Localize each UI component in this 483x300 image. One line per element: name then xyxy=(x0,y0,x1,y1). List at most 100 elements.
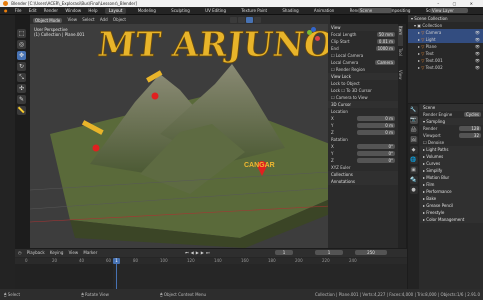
film-section[interactable]: ▸ Film xyxy=(420,181,483,188)
n-panel-view-section[interactable]: View xyxy=(328,24,398,31)
end-frame-field[interactable]: 250 xyxy=(355,250,387,255)
scene-selector[interactable]: Scene xyxy=(358,8,392,13)
cursor-rot-z[interactable]: Z 0° xyxy=(328,157,398,164)
samples-viewport-row[interactable]: Viewport 32 xyxy=(420,132,483,139)
wireframe-shading-icon[interactable] xyxy=(230,17,237,23)
tab-texture-paint[interactable]: Texture Paint xyxy=(237,8,271,14)
simplify-section[interactable]: ▸ Simplify xyxy=(420,167,483,174)
outliner-item-plane[interactable]: ▸ ▽ Plane 👁 xyxy=(408,43,483,50)
camera-to-view-row[interactable]: ☐ Camera to View xyxy=(328,94,398,101)
mode-selector[interactable]: Object Mode xyxy=(33,17,63,23)
n-panel-annotations-section[interactable]: Annotations xyxy=(328,178,398,185)
navigation-gizmo[interactable] xyxy=(301,27,323,49)
tab-shading[interactable]: Shading xyxy=(278,8,302,14)
local-camera-checkbox[interactable]: ☐ Local Camera xyxy=(328,52,398,59)
color-management-section[interactable]: ▸ Color Management xyxy=(420,216,483,223)
timeline-menu-playback[interactable]: Playback xyxy=(27,250,45,255)
tab-modeling[interactable]: Modeling xyxy=(134,8,160,14)
sampling-section[interactable]: ▾ Sampling xyxy=(420,118,483,125)
motion-blur-section[interactable]: ▸ Motion Blur xyxy=(420,174,483,181)
denoise-row[interactable]: ☐ Denoise xyxy=(420,139,483,146)
tab-sculpting[interactable]: Sculpting xyxy=(167,8,194,14)
modifier-properties-icon[interactable]: 🔩 xyxy=(409,176,418,184)
timeline-menu-keying[interactable]: Keying xyxy=(50,250,63,255)
gizmo-x-axis-icon[interactable] xyxy=(315,36,320,41)
viewport-menu-add[interactable]: Add xyxy=(100,17,108,22)
scene-properties-icon[interactable]: ◆ xyxy=(409,146,418,154)
object-properties-icon[interactable]: ▣ xyxy=(409,166,418,174)
blender-menu-icon[interactable]: ● xyxy=(4,7,8,15)
rotation-mode-row[interactable]: XYZ Euler xyxy=(328,164,398,171)
current-frame-field[interactable]: 1 xyxy=(275,250,293,255)
tab-layout[interactable]: Layout xyxy=(104,8,127,14)
rendered-shading-icon[interactable] xyxy=(254,17,261,23)
scale-tool-icon[interactable]: ⤡ xyxy=(17,73,26,82)
outliner-item-collection[interactable]: ▾ ▣ Collection xyxy=(408,22,483,29)
menu-edit[interactable]: Edit xyxy=(29,7,37,15)
cursor-tool-icon[interactable]: ◎ xyxy=(17,40,26,49)
rotate-tool-icon[interactable]: ↻ xyxy=(17,62,26,71)
gizmo-z-axis-icon[interactable] xyxy=(311,27,316,32)
menu-render[interactable]: Render xyxy=(44,7,58,15)
n-panel-collections-section[interactable]: Collections xyxy=(328,171,398,178)
samples-render-row[interactable]: Render 128 xyxy=(420,125,483,132)
n-panel-3d-cursor-section[interactable]: 3D Cursor xyxy=(328,101,398,108)
clip-start-row[interactable]: Clip Start 0.01 m xyxy=(328,38,398,45)
minimize-button[interactable]: – xyxy=(437,1,445,6)
cursor-rot-y[interactable]: Y 0° xyxy=(328,150,398,157)
clip-end-row[interactable]: End 1000 m xyxy=(328,45,398,52)
cursor-loc-y[interactable]: Y 0 m xyxy=(328,122,398,129)
focal-length-row[interactable]: Focal Length 50 mm xyxy=(328,31,398,38)
local-camera-row[interactable]: Local Camera Camera xyxy=(328,59,398,66)
lock-cursor-row[interactable]: Lock ☐ To 3D Cursor xyxy=(328,87,398,94)
outliner-filter-icon[interactable]: ▾ xyxy=(411,16,413,21)
light-paths-section[interactable]: ▸ Light Paths xyxy=(420,146,483,153)
n-panel-tab-tool[interactable]: Tool xyxy=(398,48,403,68)
jump-end-icon[interactable]: ⏭ xyxy=(206,250,212,255)
render-engine-row[interactable]: Render Engine Cycles xyxy=(420,111,483,118)
n-panel-tab-view[interactable]: View xyxy=(398,70,403,90)
outliner-item-text-001[interactable]: ▸ ▽ Text.001 👁 xyxy=(408,57,483,64)
viewport-shading-buttons[interactable] xyxy=(230,15,262,24)
volumes-section[interactable]: ▸ Volumes xyxy=(420,153,483,160)
cursor-loc-z[interactable]: Z 0 m xyxy=(328,129,398,136)
measure-tool-icon[interactable]: 📏 xyxy=(17,106,26,115)
tab-animation[interactable]: Animation xyxy=(310,8,338,14)
cursor-loc-x[interactable]: X 0 m xyxy=(328,115,398,122)
view-layer-properties-icon[interactable]: 🖼 xyxy=(409,136,418,144)
viewport-menu-view[interactable]: View xyxy=(67,17,77,22)
cursor-rot-x[interactable]: X 0° xyxy=(328,143,398,150)
playback-controls[interactable]: ⏮◀▶▶⏭ xyxy=(185,249,211,257)
performance-section[interactable]: ▸ Performance xyxy=(420,188,483,195)
material-properties-icon[interactable]: ● xyxy=(409,186,418,194)
outliner-item-camera[interactable]: ▸ ▽ Camera 👁 xyxy=(408,29,483,36)
material-shading-icon[interactable] xyxy=(246,17,253,23)
world-properties-icon[interactable]: 🌐 xyxy=(409,156,418,164)
menu-window[interactable]: Window xyxy=(65,7,81,15)
curves-section[interactable]: ▸ Curves xyxy=(420,160,483,167)
viewport-menu-select[interactable]: Select xyxy=(82,17,94,22)
freestyle-section[interactable]: ▸ Freestyle xyxy=(420,209,483,216)
outliner-item-text[interactable]: ▸ ▽ Text 👁 xyxy=(408,50,483,57)
n-panel-view-lock-section[interactable]: View Lock xyxy=(328,73,398,80)
menu-file[interactable]: File xyxy=(15,7,22,15)
3d-viewport[interactable]: Object Mode View Select Add Object User … xyxy=(30,15,330,248)
transform-tool-icon[interactable]: ✣ xyxy=(17,84,26,93)
solid-shading-icon[interactable] xyxy=(238,17,245,23)
bake-section[interactable]: ▸ Bake xyxy=(420,195,483,202)
move-tool-icon[interactable]: ✥ xyxy=(17,51,26,60)
menu-help[interactable]: Help xyxy=(88,7,97,15)
lock-object-row[interactable]: Lock to Object xyxy=(328,80,398,87)
tool-properties-icon[interactable]: 🔧 xyxy=(409,106,418,114)
tab-uv-editing[interactable]: UV Editing xyxy=(201,8,230,14)
timeline-menu-marker[interactable]: Marker xyxy=(83,250,97,255)
select-box-tool-icon[interactable]: ⬚ xyxy=(17,29,26,38)
start-frame-field[interactable]: 1 xyxy=(315,250,343,255)
output-properties-icon[interactable]: 🖨 xyxy=(409,126,418,134)
timeline-menu-view[interactable]: View xyxy=(69,250,79,255)
render-region-checkbox[interactable]: ☐ Render Region xyxy=(328,66,398,73)
viewport-menu-object[interactable]: Object xyxy=(113,17,126,22)
grease-pencil-section[interactable]: ▸ Grease Pencil xyxy=(420,202,483,209)
maximize-button[interactable]: ▢ xyxy=(453,1,463,6)
n-panel-tab-item[interactable]: Item xyxy=(398,26,403,46)
